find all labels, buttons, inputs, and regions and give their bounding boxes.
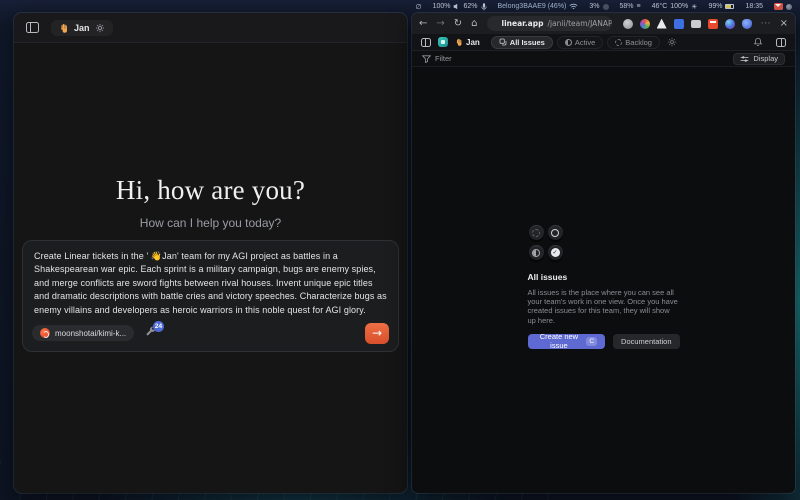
forward-button[interactable]: → [436,19,444,29]
memory-icon: ≡ [637,3,641,10]
disk-icon: ☀ [691,3,697,11]
greeting-title: Hi, how are you? [14,175,407,206]
linear-filter-bar: Filter Display [412,51,795,67]
jan-team-name: Jan [74,23,90,33]
shortcut-key-badge: C [586,337,597,346]
dnd-icon: ∅ [415,3,421,11]
url-path: /janii/team/JANAPP/all [547,19,611,28]
empty-state-title: All issues [528,272,680,282]
backlog-icon [529,225,544,240]
mail-icon[interactable] [774,3,783,10]
all-issues-empty-state: ✓ All issues All issues is the place whe… [528,225,680,349]
linear-header: Jan All Issues Active Backlog [412,34,795,51]
browser-toolbar: ← → ↻ ⌂ linear.app/janii/team/JANAPP/all… [412,13,795,34]
moonshot-logo-icon [40,328,50,338]
browser-window: ← → ↻ ⌂ linear.app/janii/team/JANAPP/all… [412,13,795,493]
send-arrow-icon: → [372,327,382,339]
wifi-icon [569,3,578,10]
greeting-subtitle: How can I help you today? [14,216,407,230]
tab-label: Backlog [625,38,652,47]
mic-icon [481,3,487,11]
backlog-status-icon [615,39,622,46]
tab-active[interactable]: Active [557,36,603,49]
linear-team-label: Jan [455,38,480,47]
wifi-network: Belong3BAAE9 (46%) [498,3,567,10]
extension-orange-icon[interactable] [708,19,718,29]
done-icon: ✓ [548,245,563,260]
tab-all-issues[interactable]: All Issues [491,36,553,49]
tools-count-badge: 24 [153,321,164,332]
gear-icon[interactable] [95,23,105,33]
battery-level: 99% [708,3,722,10]
layers-icon [499,38,507,46]
mic-level: 62% [463,3,477,10]
extension-globe-icon[interactable] [623,19,633,29]
extension-mail-icon[interactable] [691,20,701,28]
filter-label: Filter [435,54,452,63]
workspace-logo-icon[interactable] [438,37,448,47]
address-bar[interactable]: linear.app/janii/team/JANAPP/all [487,16,612,31]
create-new-issue-button[interactable]: Create new issue C [528,334,606,349]
right-panel-toggle-icon[interactable] [776,38,786,47]
home-button[interactable]: ⌂ [471,19,477,29]
composer-toolbar: moonshotai/kimi-k... 24 → [32,322,389,344]
system-status-bar: ∅ 100% 62% Belong3BAAE9 (46%) 3% 58% ≡ 4… [410,0,800,13]
jan-titlebar[interactable]: Jan [14,13,407,43]
url-host: linear.app [502,19,544,28]
disk-usage: 100% [670,3,688,10]
filter-funnel-icon [422,55,431,63]
status-icons-grid: ✓ [529,225,680,260]
jan-team-selector[interactable]: Jan [51,20,113,36]
filter-button[interactable]: Filter [422,54,452,63]
wave-emoji-icon [455,38,463,46]
clock: 18:35 [745,3,763,10]
active-status-icon [565,39,572,46]
speaker-icon [453,3,460,10]
reload-button[interactable]: ↻ [454,19,462,29]
cpu-usage: 3% [589,3,599,10]
extension-flag-icon[interactable] [674,19,684,29]
jan-app-window: Jan Hi, how are you? How can I help you … [14,13,407,493]
wave-emoji-icon [59,23,69,33]
view-settings-gear-icon[interactable] [667,37,677,47]
tab-label: All Issues [510,38,545,47]
sidebar-toggle-icon[interactable] [26,22,39,33]
model-selector[interactable]: moonshotai/kimi-k... [32,325,134,341]
extension-creature-icon[interactable] [742,19,752,29]
notifications-bell-icon[interactable] [753,37,763,47]
extensions-row [623,19,752,29]
browser-more-menu[interactable]: ⋯ [761,19,771,29]
display-sliders-icon [740,55,749,63]
extension-color-wheel-icon[interactable] [640,19,650,29]
back-button[interactable]: ← [419,19,427,29]
memory-usage: 58% [620,3,634,10]
prompt-input[interactable]: Create Linear tickets in the ' 👋Jan' tea… [34,250,387,317]
documentation-button[interactable]: Documentation [613,334,679,349]
model-name: moonshotai/kimi-k... [55,329,126,338]
tools-button[interactable]: 24 [144,325,158,341]
cpu-icon [603,4,609,10]
battery-icon [725,4,734,9]
extension-sphere-icon[interactable] [725,19,735,29]
empty-state-description: All issues is the place where you can se… [528,288,680,325]
send-button[interactable]: → [365,323,389,344]
in-progress-icon [529,245,544,260]
tray-icon[interactable] [786,4,792,10]
todo-icon [548,225,563,240]
tab-label: Active [575,38,595,47]
create-issue-label: Create new issue [536,332,583,350]
display-label: Display [753,54,778,63]
linear-sidebar-toggle-icon[interactable] [421,38,431,47]
chat-composer[interactable]: Create Linear tickets in the ' 👋Jan' tea… [22,240,399,352]
display-options-button[interactable]: Display [733,53,785,65]
tab-backlog[interactable]: Backlog [607,36,660,49]
volume-level: 100% [433,3,451,10]
linear-content-area: ✓ All issues All issues is the place whe… [412,67,795,492]
linear-view-tabs: All Issues Active Backlog [491,36,677,49]
browser-close-button[interactable]: × [780,19,788,29]
linear-team-name: Jan [466,38,480,47]
jan-hero: Hi, how are you? How can I help you toda… [14,175,407,230]
temperature: 46°C [652,3,668,10]
extension-cloud-icon[interactable] [657,19,667,29]
